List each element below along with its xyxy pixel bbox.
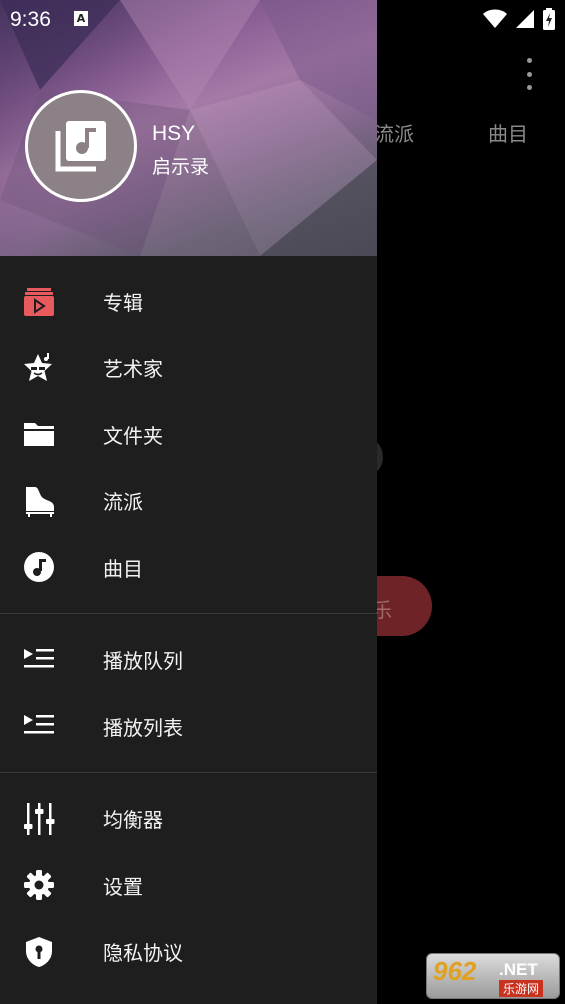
artist-star-icon — [22, 351, 56, 385]
menu-divider — [0, 612, 377, 614]
menu-item-label: 隐私协议 — [103, 941, 183, 966]
menu-item-settings[interactable]: 设置 — [0, 852, 377, 919]
watermark-logo: 962 — [433, 956, 477, 986]
album-icon — [22, 284, 56, 318]
watermark-suffix: .NET — [499, 960, 538, 979]
menu-item-label: 艺术家 — [103, 357, 163, 382]
watermark-caption: 乐游网 — [499, 980, 544, 997]
status-time: 9:36 — [10, 8, 51, 31]
music-note-icon — [22, 550, 56, 584]
header-subtitle: 启示录 — [152, 156, 210, 178]
tab-genre[interactable]: 流派 — [374, 118, 414, 147]
piano-icon — [22, 484, 56, 518]
play-queue-icon — [22, 643, 56, 677]
site-watermark: 962 .NET 乐游网 — [426, 953, 560, 999]
menu-item-label: 专辑 — [103, 290, 143, 315]
drawer-menu: 专辑 艺术家 文件夹 流派 曲目 播放队列 播放列表 均衡器 设置 隐私协议 — [0, 268, 377, 1004]
header-title: HSY — [152, 122, 196, 145]
music-library-icon — [55, 121, 106, 172]
folder-icon — [22, 417, 56, 451]
battery-icon — [543, 8, 555, 30]
tab-songs[interactable]: 曲目 — [488, 118, 528, 147]
menu-item-label: 均衡器 — [103, 808, 163, 833]
menu-item-artists[interactable]: 艺术家 — [0, 335, 377, 402]
menu-item-equalizer[interactable]: 均衡器 — [0, 786, 377, 853]
gear-icon — [22, 868, 56, 902]
menu-item-partial[interactable] — [0, 985, 377, 1004]
menu-item-label: 播放列表 — [103, 715, 183, 740]
wifi-icon — [483, 9, 507, 28]
signal-icon — [516, 10, 534, 28]
notification-icon: A — [74, 11, 88, 26]
overflow-menu-icon[interactable] — [512, 56, 546, 92]
menu-item-label: 文件夹 — [103, 423, 163, 448]
menu-item-albums[interactable]: 专辑 — [0, 268, 377, 335]
menu-item-songs[interactable]: 曲目 — [0, 534, 377, 601]
menu-item-label: 流派 — [103, 490, 143, 515]
drawer-header[interactable]: HSY 启示录 — [0, 0, 377, 256]
menu-item-genres[interactable]: 流派 — [0, 468, 377, 535]
navigation-drawer: HSY 启示录 专辑 艺术家 文件夹 流派 曲目 播放队列 播放列表 均衡器 设… — [0, 0, 377, 1004]
playlist-icon — [22, 709, 56, 743]
menu-item-label: 设置 — [103, 874, 143, 899]
menu-item-label: 曲目 — [103, 556, 143, 581]
equalizer-icon — [22, 802, 56, 836]
status-bar: 9:36 A — [0, 0, 565, 38]
menu-item-playlists[interactable]: 播放列表 — [0, 693, 377, 760]
menu-item-label: 播放队列 — [103, 649, 183, 674]
status-icons — [483, 8, 555, 30]
menu-item-folders[interactable]: 文件夹 — [0, 401, 377, 468]
privacy-shield-icon — [22, 935, 56, 969]
avatar[interactable] — [25, 90, 137, 202]
menu-item-play-queue[interactable]: 播放队列 — [0, 627, 377, 694]
menu-item-privacy-policy[interactable]: 隐私协议 — [0, 919, 377, 986]
menu-divider — [0, 771, 377, 773]
